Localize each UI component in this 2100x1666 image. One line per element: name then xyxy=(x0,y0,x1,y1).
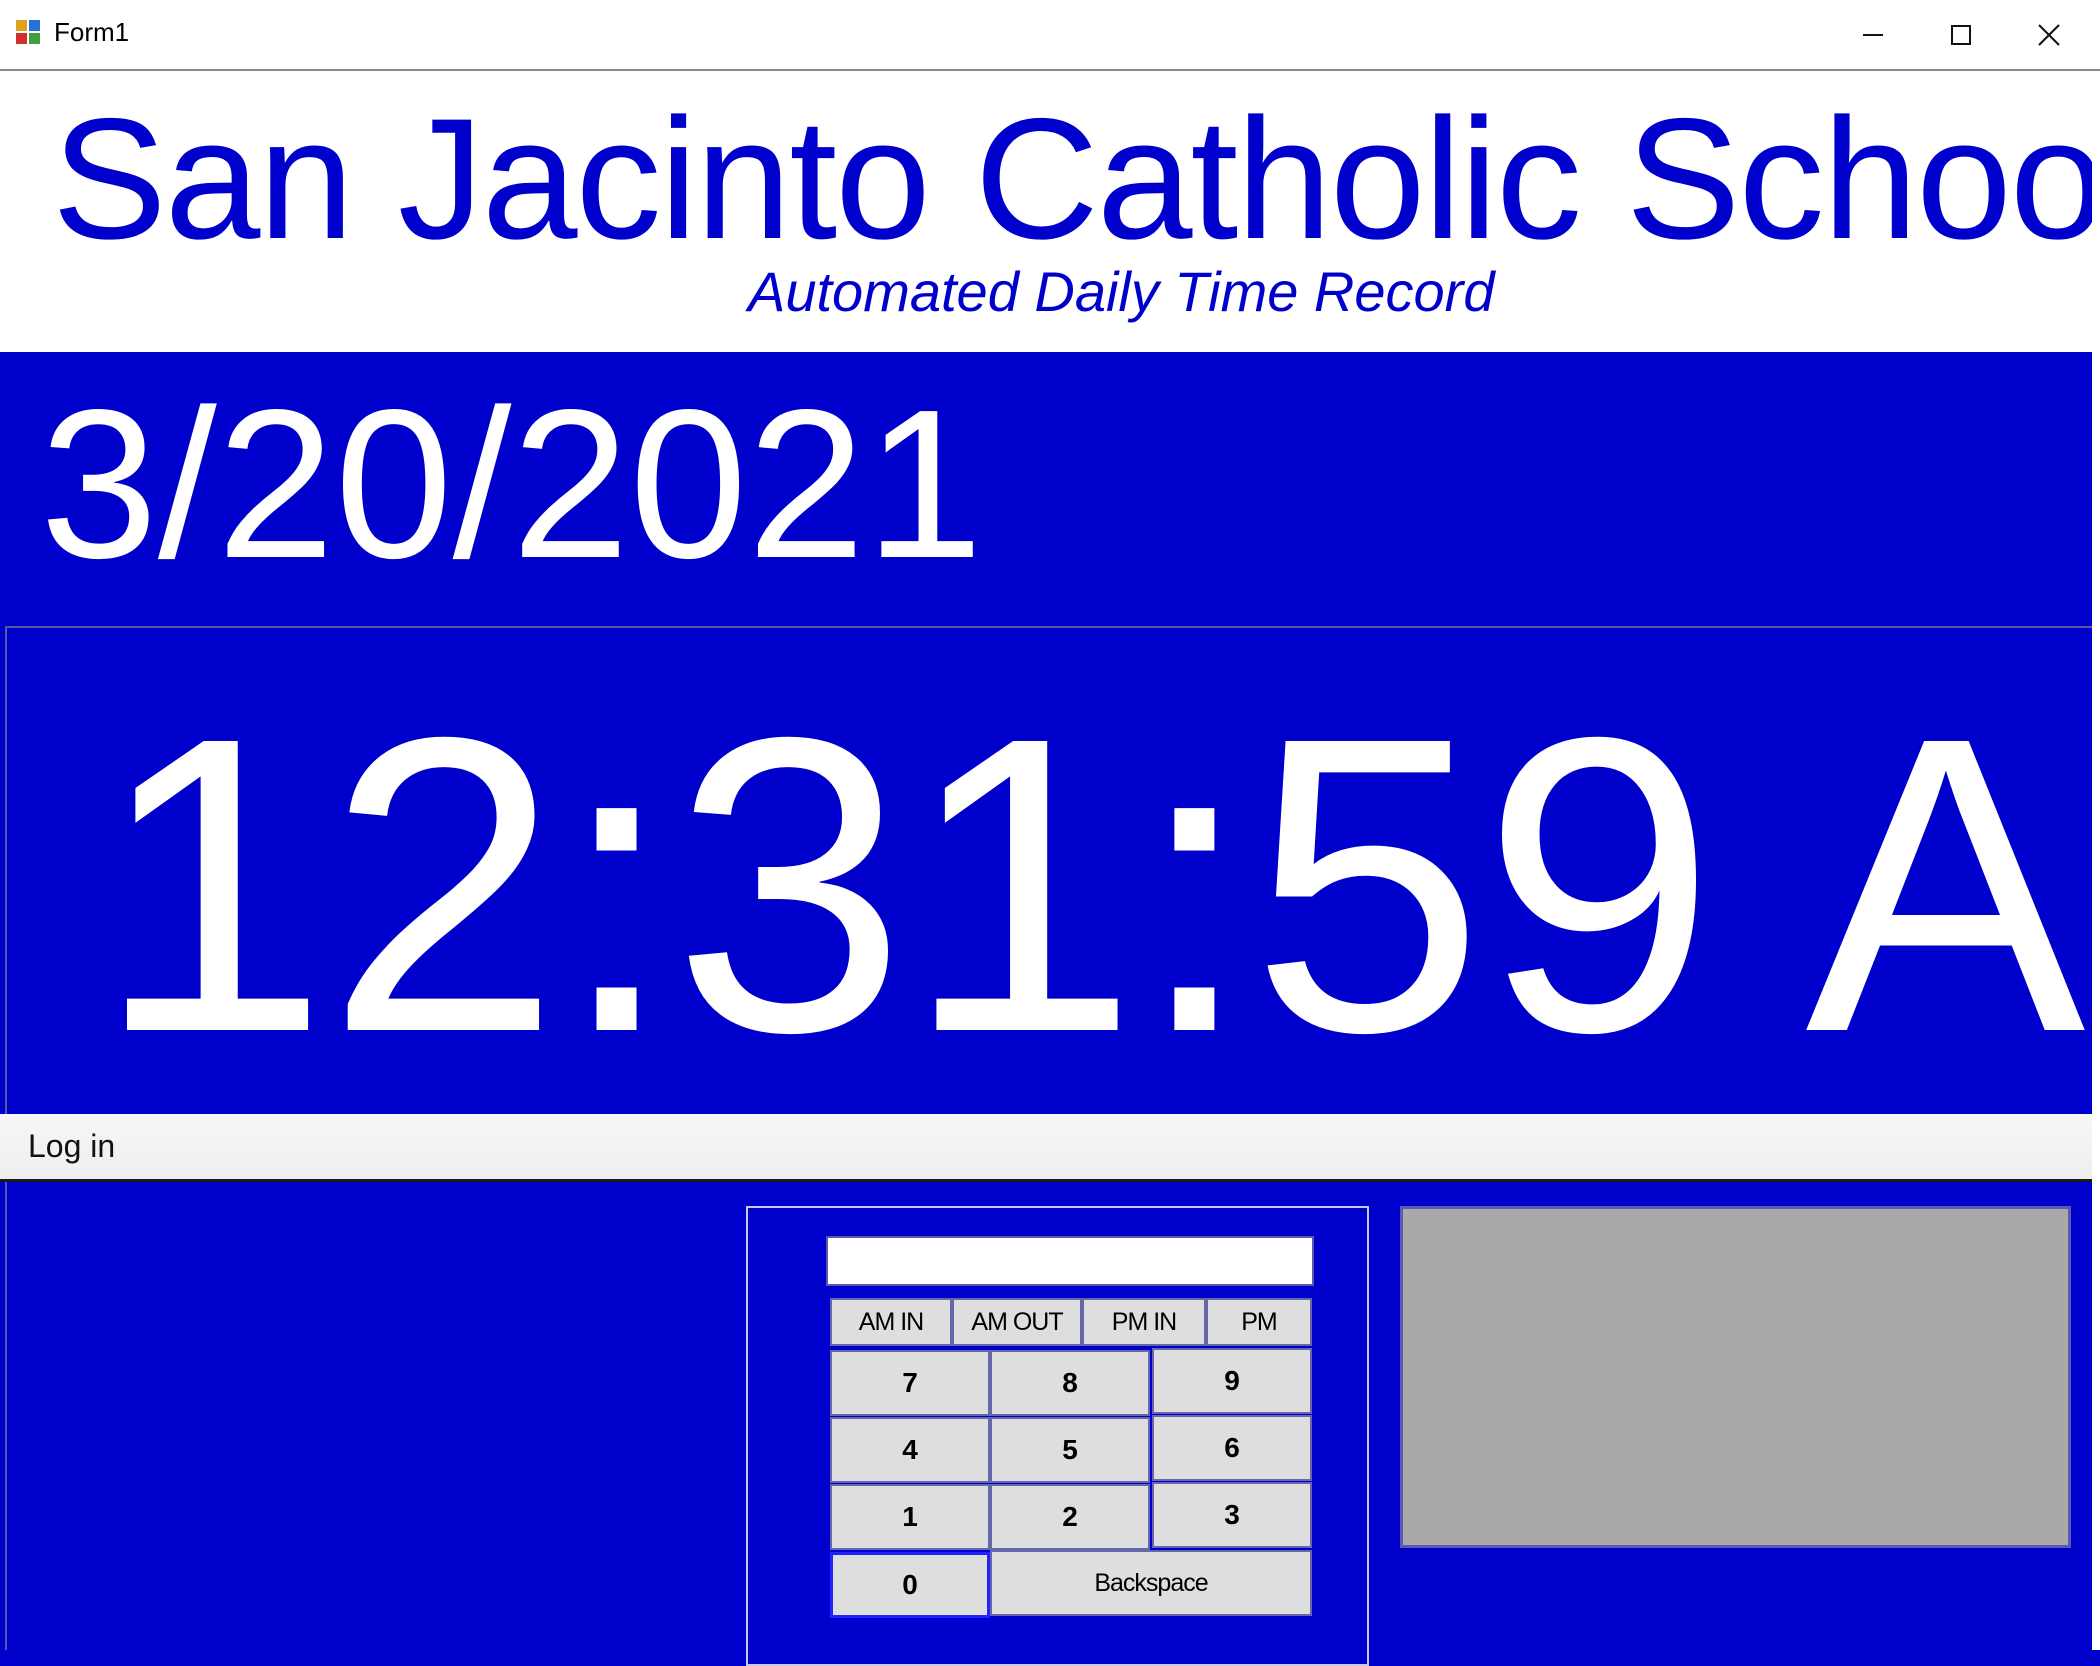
pm-out-button[interactable]: PM xyxy=(1206,1298,1312,1346)
school-name: San Jacinto Catholic School xyxy=(52,83,2100,275)
backspace-button[interactable]: Backspace xyxy=(990,1550,1312,1616)
key-7-button[interactable]: 7 xyxy=(830,1350,990,1416)
minimize-button[interactable] xyxy=(1829,0,1917,69)
maximize-button[interactable] xyxy=(1917,0,2005,69)
key-5-button[interactable]: 5 xyxy=(990,1417,1150,1483)
minimize-icon xyxy=(1863,33,1883,36)
key-8-button[interactable]: 8 xyxy=(990,1350,1150,1416)
current-date: 3/20/2021 xyxy=(40,365,984,602)
am-in-button[interactable]: AM IN xyxy=(830,1298,952,1346)
key-2-button[interactable]: 2 xyxy=(990,1484,1150,1550)
app-subtitle: Automated Daily Time Record xyxy=(748,260,1495,323)
key-3-button[interactable]: 3 xyxy=(1152,1482,1312,1548)
pm-in-button[interactable]: PM IN xyxy=(1082,1298,1206,1346)
tab-strip: Log in xyxy=(0,1114,2092,1182)
app-icon xyxy=(16,20,42,46)
tab-log-in[interactable]: Log in xyxy=(28,1128,115,1165)
maximize-icon xyxy=(1951,24,1971,45)
key-1-button[interactable]: 1 xyxy=(830,1484,990,1550)
photo-preview-box xyxy=(1400,1206,2071,1548)
am-out-button[interactable]: AM OUT xyxy=(952,1298,1082,1346)
key-6-button[interactable]: 6 xyxy=(1152,1415,1312,1481)
current-time: 12:31:59 AM xyxy=(95,651,2092,1114)
close-icon xyxy=(2038,23,2060,46)
window-right-edge xyxy=(2092,71,2100,1650)
key-9-button[interactable]: 9 xyxy=(1152,1348,1312,1414)
key-0-button[interactable]: 0 xyxy=(830,1552,990,1618)
employee-id-input[interactable] xyxy=(826,1236,1314,1286)
clock-panel: 12:31:59 AM xyxy=(5,626,2092,1114)
close-button[interactable] xyxy=(2005,0,2093,69)
header-banner: San Jacinto Catholic School Automated Da… xyxy=(0,71,2100,352)
window-title-bar: Form1 xyxy=(0,0,2100,71)
window-title: Form1 xyxy=(54,17,130,47)
key-4-button[interactable]: 4 xyxy=(830,1417,990,1483)
